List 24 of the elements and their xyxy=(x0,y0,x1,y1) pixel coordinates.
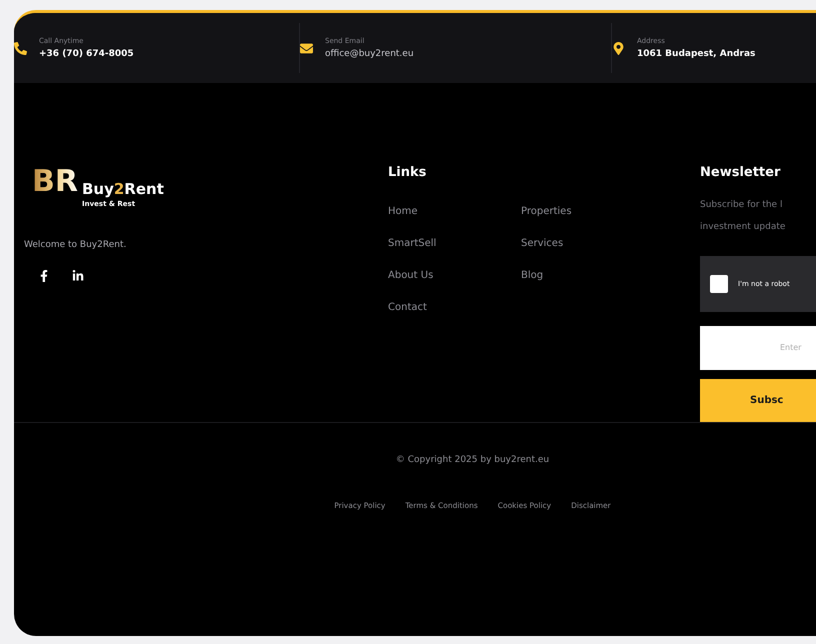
footer-link[interactable]: Properties xyxy=(521,206,621,217)
phone-icon xyxy=(14,42,27,54)
logo-wordmark: Buy2Rent xyxy=(82,180,164,198)
contact-value: office@buy2rent.eu xyxy=(325,49,414,59)
footer-link[interactable]: Contact xyxy=(388,302,521,313)
captcha-checkbox[interactable] xyxy=(710,274,728,293)
newsletter-heading: Newsletter xyxy=(700,165,782,180)
map-pin-icon xyxy=(612,42,625,54)
contact-value: +36 (70) 674-8005 xyxy=(39,49,134,59)
welcome-text: Welcome to Buy2Rent. xyxy=(24,240,128,250)
envelope-icon xyxy=(300,42,313,54)
subscribe-button[interactable]: Subsc xyxy=(700,378,816,422)
footer-link[interactable]: Services xyxy=(521,238,621,249)
copyright-text: © Copyright 2025 by buy2rent.eu xyxy=(396,455,550,465)
footer-link[interactable]: Blog xyxy=(521,270,621,281)
facebook-icon[interactable] xyxy=(38,270,50,282)
footer-link[interactable]: Home xyxy=(388,206,521,217)
links-heading: Links xyxy=(388,165,428,180)
email-input[interactable]: Enter xyxy=(700,326,816,370)
contact-value: 1061 Budapest, Andras xyxy=(637,49,756,59)
newsletter-text: Subscribe for the l investment update xyxy=(700,199,786,234)
footer-link[interactable]: About Us xyxy=(388,270,521,281)
linkedin-icon[interactable] xyxy=(72,270,84,282)
footer-link[interactable]: SmartSell xyxy=(388,238,521,249)
